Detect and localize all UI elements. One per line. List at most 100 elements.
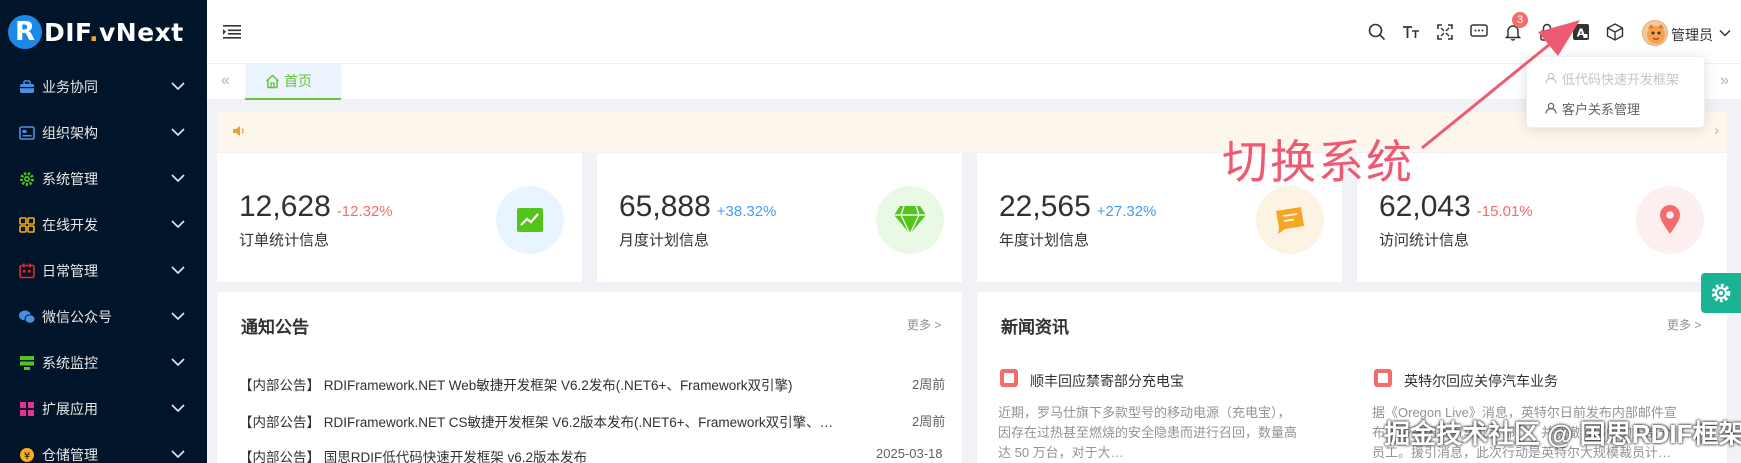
tab-scroll-right[interactable]: »: [1720, 72, 1729, 90]
chevron-down-icon: [171, 266, 185, 275]
sidebar-item-business[interactable]: 业务协同: [0, 64, 207, 110]
sidebar-item-daily[interactable]: 日常管理: [0, 248, 207, 294]
user-name[interactable]: 管理员: [1671, 25, 1713, 45]
gear-icon: [18, 171, 36, 187]
stat-card-monthly[interactable]: 65,888 +38.32% 月度计划信息: [597, 153, 962, 282]
chevron-down-icon: [171, 358, 185, 367]
stat-value-line: 62,043 -15.01%: [1379, 190, 1533, 224]
stat-value-line: 65,888 +38.32%: [619, 190, 776, 224]
list-item[interactable]: 【内部公告】 RDIFramework.NET CS敏捷开发框架 V6.2版本发…: [239, 411, 861, 431]
stat-value: 65,888: [619, 190, 711, 223]
news-summary: 近期，罗马仕旗下多款型号的移动电源（充电宝）， 因存在过热甚至燃烧的安全隐患而进…: [998, 403, 1297, 463]
chevron-down-icon: [171, 174, 185, 183]
panel-title: 新闻资讯: [1001, 318, 1069, 337]
wechat-icon: [18, 309, 36, 325]
sidebar-item-label: 业务协同: [42, 79, 98, 95]
stat-value: 62,043: [1379, 190, 1471, 223]
grid-icon: [18, 217, 36, 233]
tab-scroll-left[interactable]: «: [221, 72, 230, 90]
stat-value-line: 22,565 +27.32%: [999, 190, 1156, 224]
annotation-label: 切换系统: [1222, 135, 1414, 189]
trend-chart-icon: [496, 186, 564, 254]
settings-float-button[interactable]: [1701, 273, 1741, 313]
list-item[interactable]: 【内部公告】 RDIFramework.NET Web敏捷开发框架 V6.2发布…: [239, 374, 792, 394]
sidebar-item-monitor[interactable]: 系统监控: [0, 340, 207, 386]
sidebar-item-extensions[interactable]: 扩展应用: [0, 386, 207, 432]
diamond-icon: [876, 186, 944, 254]
news-summary-line: 因存在过热甚至燃烧的安全隐患而进行召回，数量高: [998, 425, 1298, 440]
news-icon: [1000, 369, 1018, 387]
more-link[interactable]: 更多 >: [907, 316, 941, 333]
gear-icon: [1711, 283, 1731, 303]
panel-title: 通知公告: [241, 318, 309, 337]
stat-change: +27.32%: [1096, 203, 1157, 220]
logo-text-part-b: vNext: [98, 17, 184, 47]
org-chart-icon: [18, 125, 36, 141]
annotation-arrow: [1421, 20, 1580, 150]
tab-home[interactable]: 首页: [245, 64, 341, 100]
more-link[interactable]: 更多 >: [1667, 316, 1701, 333]
sidebar-item-warehouse[interactable]: ¥ 仓储管理: [0, 432, 207, 463]
sidebar-item-system[interactable]: 系统管理: [0, 156, 207, 202]
list-item-date: 2周前: [912, 377, 946, 392]
logo-dot: .: [88, 17, 99, 47]
stat-change: -15.01%: [1476, 203, 1533, 220]
sidebar-item-wechat[interactable]: 微信公众号: [0, 294, 207, 340]
news-summary-line: 达 50 万台，对于大…: [998, 445, 1124, 460]
stat-value-line: 12,628 -12.32%: [239, 190, 393, 224]
chevron-down-icon[interactable]: [1719, 29, 1731, 37]
watermark: 掘金技术社区 @ 国思RDIF框架: [1384, 419, 1741, 449]
stat-change: +38.32%: [716, 203, 777, 220]
news-summary-line: 近期，罗马仕旗下多款型号的移动电源（充电宝），: [998, 405, 1291, 420]
stat-value: 22,565: [999, 190, 1091, 223]
news-icon: [1374, 369, 1392, 387]
sidebar-item-label: 仓储管理: [42, 447, 98, 463]
chevron-down-icon: [171, 450, 185, 459]
stat-label: 订单统计信息: [239, 232, 330, 249]
stat-value: 12,628: [239, 190, 331, 223]
stat-label: 月度计划信息: [619, 232, 710, 249]
sidebar-item-label: 日常管理: [42, 263, 98, 279]
news-title[interactable]: 英特尔回应关停汽车业务: [1404, 371, 1558, 391]
warehouse-icon: ¥: [18, 447, 36, 463]
chevron-down-icon: [171, 312, 185, 321]
app-logo[interactable]: R DIF.vNext: [0, 0, 207, 64]
chevron-down-icon: [171, 128, 185, 137]
font-size-icon[interactable]: [1401, 22, 1421, 42]
search-icon[interactable]: [1367, 22, 1387, 42]
monitor-icon: [18, 355, 36, 371]
sidebar-item-label: 在线开发: [42, 217, 98, 233]
stat-label: 访问统计信息: [1379, 232, 1470, 249]
briefcase-icon: [18, 79, 36, 95]
logo-badge: R: [8, 15, 42, 49]
list-item-date: 2025-03-18: [876, 446, 943, 461]
sidebar-item-label: 系统管理: [42, 171, 98, 187]
sidebar-item-label: 系统监控: [42, 355, 98, 371]
home-icon: [265, 73, 280, 88]
apps-icon: [18, 401, 36, 417]
speaker-icon: [233, 126, 244, 136]
news-title[interactable]: 顺丰回应禁寄部分充电宝: [1030, 371, 1184, 391]
sidebar-item-label: 扩展应用: [42, 401, 98, 417]
logo-text: DIF.vNext: [44, 18, 184, 47]
stat-card-orders[interactable]: 12,628 -12.32% 订单统计信息: [217, 153, 582, 282]
list-item[interactable]: 【内部公告】 国思RDIF低代码快速开发框架 v6.2版本发布: [239, 446, 587, 463]
stat-label: 年度计划信息: [999, 232, 1090, 249]
svg-text:¥: ¥: [24, 451, 30, 462]
message-icon: [1256, 186, 1324, 254]
sidebar-item-org[interactable]: 组织架构: [0, 110, 207, 156]
sidebar: R DIF.vNext 业务协同 组织架构 系统管理 在线开发 日常管理 微信公…: [0, 0, 207, 463]
calendar-icon: [18, 263, 36, 279]
sidebar-item-label: 微信公众号: [42, 309, 112, 325]
chevron-down-icon: [171, 82, 185, 91]
tab-home-label: 首页: [284, 73, 312, 89]
chevron-down-icon: [171, 220, 185, 229]
menu-collapse-icon[interactable]: [223, 24, 241, 40]
sidebar-item-online-dev[interactable]: 在线开发: [0, 202, 207, 248]
notice-next-arrow[interactable]: ›: [1714, 122, 1719, 138]
location-pin-icon: [1636, 186, 1704, 254]
chevron-down-icon: [171, 404, 185, 413]
avatar[interactable]: [1642, 20, 1668, 46]
system-switch-icon[interactable]: [1605, 22, 1625, 42]
stat-change: -12.32%: [336, 203, 393, 220]
